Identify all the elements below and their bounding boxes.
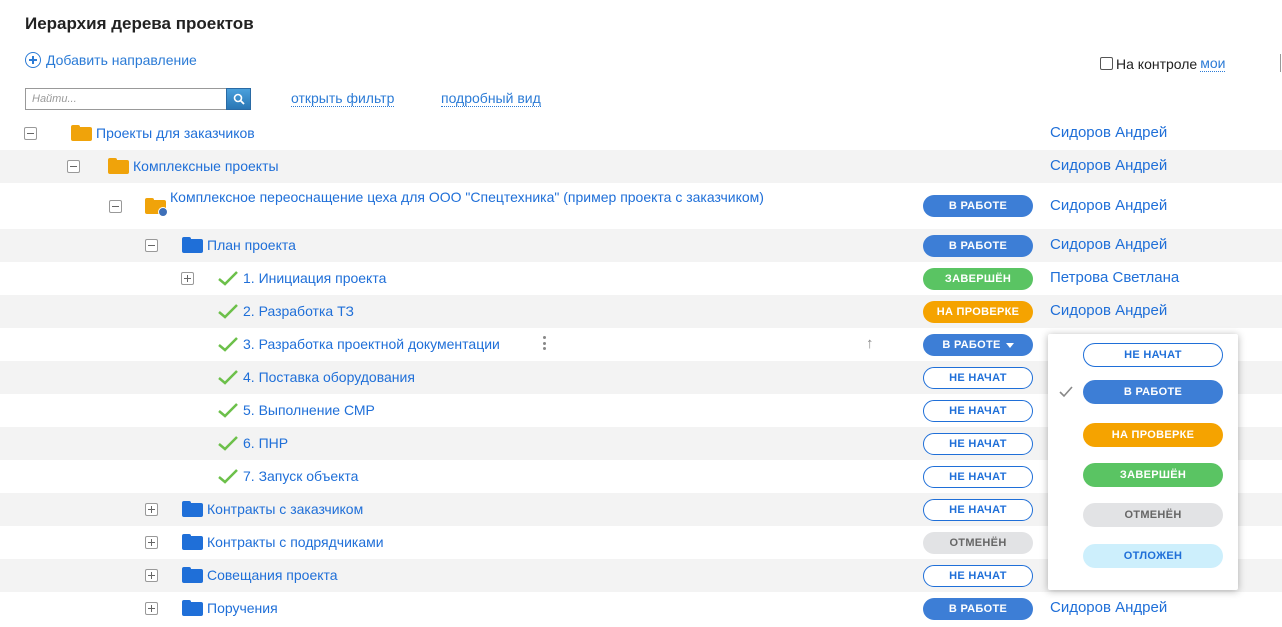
tree-item-label[interactable]: 5. Выполнение СМР bbox=[243, 402, 375, 419]
status-badge[interactable]: В РАБОТЕ bbox=[923, 195, 1033, 217]
tree-row: Комплексные проекты Сидоров Андрей bbox=[0, 150, 1282, 183]
check-icon bbox=[218, 370, 238, 385]
tree-item-label[interactable]: 4. Поставка оборудования bbox=[243, 369, 415, 386]
check-icon bbox=[218, 337, 238, 352]
tree-row: Комплексное переоснащение цеха для ООО "… bbox=[0, 183, 1282, 229]
more-options-icon[interactable] bbox=[543, 336, 547, 350]
arrow-up-icon[interactable]: ↑ bbox=[866, 335, 874, 352]
collapse-icon[interactable] bbox=[24, 127, 37, 140]
status-badge[interactable]: НЕ НАЧАТ bbox=[923, 565, 1033, 587]
client-folder-icon bbox=[145, 198, 168, 217]
tree-item-label[interactable]: Комплексные проекты bbox=[133, 158, 279, 175]
status-badge[interactable]: НЕ НАЧАТ bbox=[923, 433, 1033, 455]
tree-row: 1. Инициация проекта ЗАВЕРШЁН Петрова Св… bbox=[0, 262, 1282, 295]
owner-link[interactable]: Сидоров Андрей bbox=[1050, 236, 1167, 253]
tree-row: План проекта В РАБОТЕ Сидоров Андрей bbox=[0, 229, 1282, 262]
tree-item-label[interactable]: 2. Разработка ТЗ bbox=[243, 303, 354, 320]
tree-item-label[interactable]: Поручения bbox=[207, 600, 278, 617]
tree-item-label[interactable]: Комплексное переоснащение цеха для ООО "… bbox=[170, 189, 770, 206]
page-title: Иерархия дерева проектов bbox=[25, 14, 254, 33]
caret-down-icon bbox=[1005, 342, 1014, 348]
folder-icon bbox=[108, 158, 129, 174]
search-icon bbox=[233, 93, 245, 105]
folder-icon bbox=[182, 567, 203, 583]
collapse-icon[interactable] bbox=[145, 239, 158, 252]
collapse-icon[interactable] bbox=[109, 200, 122, 213]
status-option-review[interactable]: НА ПРОВЕРКЕ bbox=[1083, 423, 1223, 447]
tree-item-label[interactable]: 3. Разработка проектной документации bbox=[243, 336, 500, 353]
add-direction-label: Добавить направление bbox=[46, 52, 197, 68]
add-direction-button[interactable]: Добавить направление bbox=[25, 52, 197, 68]
mine-link[interactable]: мои bbox=[1200, 55, 1226, 72]
expand-icon[interactable] bbox=[145, 602, 158, 615]
check-icon bbox=[218, 304, 238, 319]
tree-item-label[interactable]: План проекта bbox=[207, 237, 296, 254]
status-badge[interactable]: В РАБОТЕ bbox=[923, 598, 1033, 620]
folder-icon bbox=[182, 501, 203, 517]
selected-check-icon bbox=[1059, 386, 1073, 398]
owner-link[interactable]: Петрова Светлана bbox=[1050, 269, 1179, 286]
folder-icon bbox=[182, 600, 203, 616]
add-circle-icon bbox=[25, 52, 41, 68]
folder-icon bbox=[182, 534, 203, 550]
check-icon bbox=[218, 469, 238, 484]
tree-row: Проекты для заказчиков Сидоров Андрей bbox=[0, 117, 1282, 150]
tree-item-label[interactable]: Совещания проекта bbox=[207, 567, 338, 584]
check-icon bbox=[218, 271, 238, 286]
status-badge[interactable]: ЗАВЕРШЁН bbox=[923, 268, 1033, 290]
tree-item-label[interactable]: 1. Инициация проекта bbox=[243, 270, 386, 287]
status-option-in-progress[interactable]: В РАБОТЕ bbox=[1083, 380, 1223, 404]
expand-icon[interactable] bbox=[145, 536, 158, 549]
expand-icon[interactable] bbox=[145, 569, 158, 582]
tree-item-label[interactable]: 7. Запуск объекта bbox=[243, 468, 358, 485]
status-option-postponed[interactable]: ОТЛОЖЕН bbox=[1083, 544, 1223, 568]
tree-row: 2. Разработка ТЗ НА ПРОВЕРКЕ Сидоров Анд… bbox=[0, 295, 1282, 328]
status-option-done[interactable]: ЗАВЕРШЁН bbox=[1083, 463, 1223, 487]
tree-item-label[interactable]: Контракты с подрядчиками bbox=[207, 534, 384, 551]
status-dropdown: НЕ НАЧАТ В РАБОТЕ НА ПРОВЕРКЕ ЗАВЕРШЁН О… bbox=[1048, 334, 1238, 590]
check-icon bbox=[218, 436, 238, 451]
divider bbox=[1280, 54, 1281, 72]
detailed-view-link[interactable]: подробный вид bbox=[441, 90, 541, 107]
status-badge[interactable]: НЕ НАЧАТ bbox=[923, 367, 1033, 389]
check-icon bbox=[218, 403, 238, 418]
owner-link[interactable]: Сидоров Андрей bbox=[1050, 197, 1167, 214]
tree-item-label[interactable]: 6. ПНР bbox=[243, 435, 288, 452]
status-badge[interactable]: НЕ НАЧАТ bbox=[923, 466, 1033, 488]
status-badge[interactable]: ОТМЕНЁН bbox=[923, 532, 1033, 554]
control-filter: На контроле мои bbox=[1100, 55, 1226, 72]
owner-link[interactable]: Сидоров Андрей bbox=[1050, 157, 1167, 174]
status-option-not-started[interactable]: НЕ НАЧАТ bbox=[1083, 343, 1223, 367]
status-badge[interactable]: В РАБОТЕ bbox=[923, 235, 1033, 257]
expand-icon[interactable] bbox=[181, 272, 194, 285]
folder-icon bbox=[182, 237, 203, 253]
person-icon bbox=[158, 207, 168, 217]
owner-link[interactable]: Сидоров Андрей bbox=[1050, 302, 1167, 319]
expand-icon[interactable] bbox=[145, 503, 158, 516]
owner-link[interactable]: Сидоров Андрей bbox=[1050, 599, 1167, 616]
status-badge[interactable]: НА ПРОВЕРКЕ bbox=[923, 301, 1033, 323]
control-label: На контроле bbox=[1116, 55, 1198, 72]
status-badge[interactable]: НЕ НАЧАТ bbox=[923, 400, 1033, 422]
collapse-icon[interactable] bbox=[67, 160, 80, 173]
owner-link[interactable]: Сидоров Андрей bbox=[1050, 124, 1167, 141]
status-badge[interactable]: НЕ НАЧАТ bbox=[923, 499, 1033, 521]
open-filter-link[interactable]: открыть фильтр bbox=[291, 90, 395, 107]
tree-row: Поручения В РАБОТЕ Сидоров Андрей bbox=[0, 592, 1282, 625]
tree-item-label[interactable]: Проекты для заказчиков bbox=[96, 125, 255, 142]
search-input[interactable] bbox=[25, 88, 226, 110]
folder-icon bbox=[71, 125, 92, 141]
status-option-cancelled[interactable]: ОТМЕНЁН bbox=[1083, 503, 1223, 527]
control-checkbox[interactable] bbox=[1100, 57, 1113, 70]
status-badge[interactable]: В РАБОТЕ bbox=[923, 334, 1033, 356]
status-label: В РАБОТЕ bbox=[942, 339, 1001, 351]
tree-item-label[interactable]: Контракты с заказчиком bbox=[207, 501, 363, 518]
search-box bbox=[25, 88, 251, 110]
search-button[interactable] bbox=[226, 88, 251, 110]
